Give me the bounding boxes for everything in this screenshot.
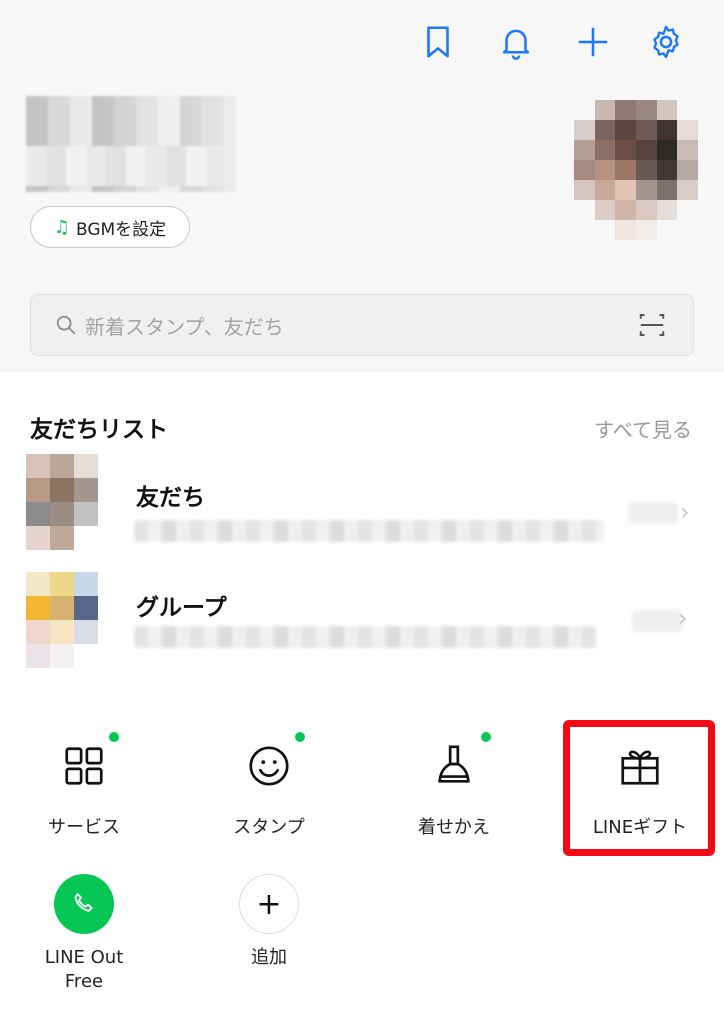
service-item-stickers[interactable]: スタンプ xyxy=(199,738,339,840)
brush-icon xyxy=(426,738,482,794)
search-icon xyxy=(56,315,76,335)
service-label: 着せかえ xyxy=(418,817,490,838)
service-item-themes[interactable]: 着せかえ xyxy=(384,738,524,840)
service-item-add[interactable]: + 追加 xyxy=(199,874,339,970)
bell-icon xyxy=(502,29,530,60)
phone-icon xyxy=(54,874,114,934)
chevron-right-icon: › xyxy=(678,604,688,632)
groups-row-subtitle-blurred xyxy=(134,626,596,648)
new-badge-dot xyxy=(109,732,119,742)
friends-count-blurred xyxy=(628,502,678,524)
plus-icon: + xyxy=(239,874,299,934)
list-item-groups[interactable]: グループ › xyxy=(0,572,724,672)
see-all-link[interactable]: すべて見る xyxy=(594,414,692,443)
music-note-icon: ♫ xyxy=(53,216,70,238)
list-item-friends[interactable]: 友だち › xyxy=(0,454,724,554)
bookmark-icon xyxy=(427,26,449,58)
friends-list-title: 友だちリスト xyxy=(30,417,168,443)
qr-scan-icon[interactable] xyxy=(637,310,667,340)
chevron-right-icon: › xyxy=(680,498,690,526)
grid-icon xyxy=(56,738,112,794)
groups-row-title: グループ xyxy=(136,595,227,621)
search-placeholder: 新着スタンプ、友だち xyxy=(85,314,284,339)
bgm-setting-button[interactable]: ♫ BGMを設定 xyxy=(30,206,190,248)
service-item-line-out-free[interactable]: LINE Out Free xyxy=(14,874,154,994)
friends-row-title: 友だち xyxy=(136,485,205,511)
service-label: LINE Out Free xyxy=(14,946,154,994)
smile-icon xyxy=(241,738,297,794)
service-label: 追加 xyxy=(251,947,287,968)
groups-thumbnail xyxy=(26,572,98,668)
notification-button[interactable] xyxy=(492,18,540,66)
friends-thumbnail xyxy=(26,454,98,550)
service-item-services[interactable]: サービス xyxy=(14,738,154,840)
friends-row-subtitle-blurred xyxy=(134,520,604,542)
service-label: スタンプ xyxy=(233,817,305,838)
line-out-label-line2: Free xyxy=(64,971,104,992)
gear-icon xyxy=(653,25,679,59)
settings-button[interactable] xyxy=(642,18,690,66)
add-friend-button[interactable] xyxy=(569,18,617,66)
profile-avatar[interactable] xyxy=(574,100,698,240)
groups-count-blurred xyxy=(632,610,682,632)
bgm-label: BGMを設定 xyxy=(75,219,167,240)
bookmark-button[interactable] xyxy=(414,18,462,66)
plus-icon xyxy=(578,27,608,57)
service-label: サービス xyxy=(48,817,120,838)
search-bar[interactable]: 新着スタンプ、友だち xyxy=(30,294,694,356)
profile-name-blurred xyxy=(26,96,236,192)
new-badge-dot xyxy=(295,732,305,742)
highlight-box xyxy=(563,720,715,856)
line-out-label-line1: LINE Out xyxy=(44,947,124,968)
new-badge-dot xyxy=(481,732,491,742)
